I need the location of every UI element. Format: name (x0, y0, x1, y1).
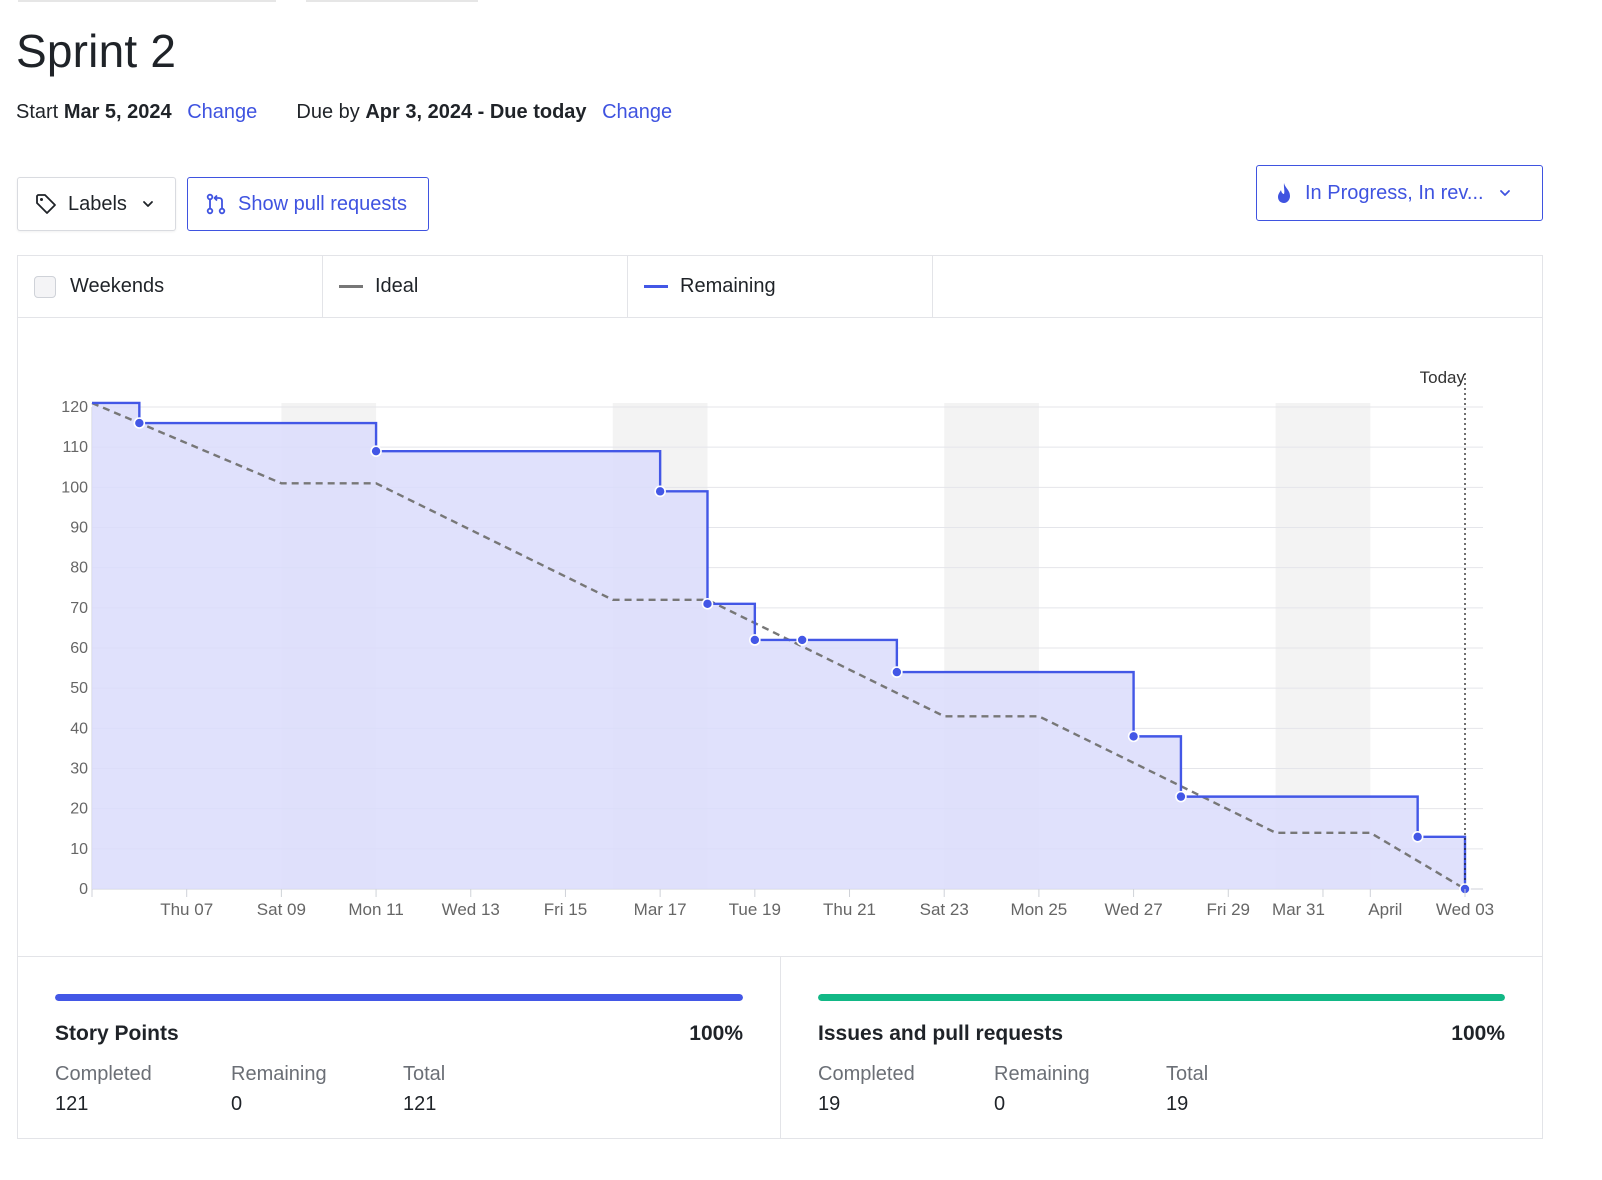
y-tick-label: 60 (70, 640, 88, 657)
issues-percent: 100% (1451, 1022, 1505, 1045)
y-tick-label: 120 (61, 399, 88, 416)
story-points-percent: 100% (689, 1022, 743, 1045)
y-tick-label: 10 (70, 841, 88, 858)
issues-title: Issues and pull requests (818, 1022, 1064, 1045)
story-points-stat: Story Points 100% Completed 121 Remainin… (18, 957, 780, 1139)
x-tick-label: Wed 03 (1436, 900, 1494, 919)
remaining-point (891, 666, 903, 678)
remaining-area (92, 402, 1465, 889)
remaining-point (701, 598, 714, 610)
story-points-completed-value: 121 (55, 1093, 89, 1115)
story-points-title: Story Points (55, 1022, 179, 1045)
y-tick-label: 20 (70, 801, 88, 818)
remaining-point (654, 485, 666, 498)
story-points-completed-label: Completed (55, 1063, 152, 1085)
remaining-point (1175, 790, 1187, 803)
story-points-remaining-label: Remaining (231, 1063, 327, 1085)
y-tick-label: 0 (79, 881, 88, 898)
story-points-total-label: Total (403, 1063, 446, 1085)
remaining-point (133, 417, 146, 429)
remaining-point (370, 445, 382, 457)
remaining-point (749, 634, 761, 646)
x-tick-label: Thu 21 (823, 900, 876, 919)
issues-remaining-label: Remaining (994, 1063, 1090, 1085)
issues-total-value: 19 (1166, 1093, 1189, 1115)
sprint-stats: Story Points 100% Completed 121 Remainin… (18, 956, 1542, 1139)
issues-progress-fill (818, 994, 1505, 1001)
issues-remaining-value: 0 (994, 1093, 1006, 1115)
y-tick-label: 50 (70, 680, 88, 697)
x-tick-label: Mar 31 (1272, 900, 1325, 919)
issues-stat: Issues and pull requests 100% Completed … (780, 957, 1542, 1139)
issues-total-label: Total (1166, 1063, 1209, 1085)
story-points-progress-fill (55, 994, 743, 1001)
x-tick-label: Mar 17 (634, 900, 687, 919)
y-tick-label: 90 (70, 520, 88, 537)
x-tick-label: Fri 15 (544, 900, 587, 919)
issues-completed-label: Completed (818, 1063, 915, 1085)
y-tick-label: 40 (70, 720, 88, 737)
issues-progress (818, 994, 1505, 1001)
y-tick-label: 110 (62, 439, 88, 456)
remaining-point (1411, 830, 1424, 843)
x-tick-label: Tue 19 (729, 900, 781, 919)
story-points-progress (55, 994, 743, 1001)
y-tick-label: 70 (70, 600, 88, 617)
issues-completed-value: 19 (818, 1093, 841, 1115)
y-tick-label: 100 (61, 479, 88, 496)
remaining-point (1127, 730, 1140, 743)
burndown-panel: Weekends Ideal Remaining Today 0 10 20 30 40… (17, 255, 1543, 1139)
x-tick-label: Thu 07 (160, 900, 213, 919)
burndown-chart: Today 0 10 20 30 40 50 60 70 80 90 100 110 120 Thu 0… (18, 318, 1542, 956)
x-tick-label: Sat 23 (920, 900, 969, 919)
x-tick-label: Mon 11 (348, 900, 403, 919)
y-tick-label: 30 (70, 761, 88, 778)
x-tick-label: April (1368, 900, 1402, 919)
y-tick-label: 80 (70, 560, 88, 577)
today-label: Today (1420, 368, 1466, 387)
story-points-remaining-value: 0 (231, 1093, 243, 1115)
story-points-total-value: 121 (403, 1093, 437, 1115)
x-tick-label: Wed 27 (1104, 900, 1162, 919)
x-tick-label: Sat 09 (257, 900, 306, 919)
remaining-point (796, 634, 808, 646)
x-tick-label: Fri 29 (1207, 900, 1250, 919)
x-tick-label: Mon 25 (1011, 900, 1068, 919)
x-tick-label: Wed 13 (442, 900, 500, 919)
